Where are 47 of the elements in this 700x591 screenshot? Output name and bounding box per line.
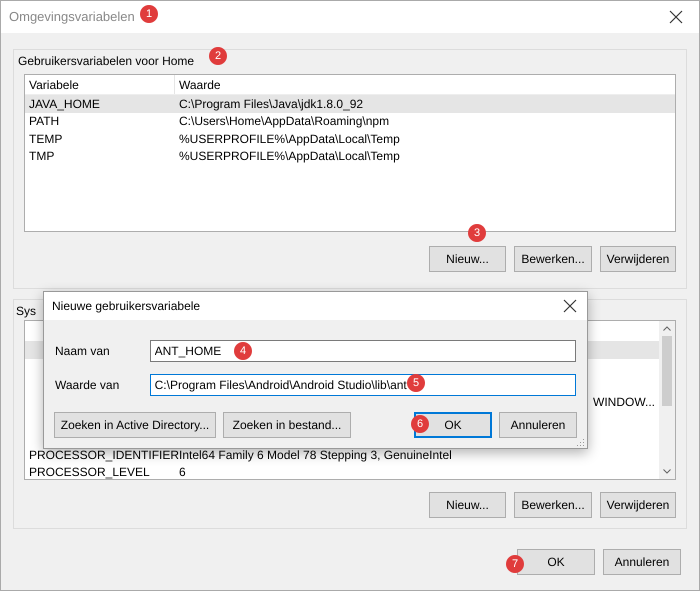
variable-name: TMP [28,148,56,166]
number-badge: 7 [506,555,524,573]
dialog-button[interactable]: Zoeken in Active Directory... [54,412,216,438]
resize-grip-icon[interactable] [577,438,585,446]
list-row[interactable]: TEMP %USERPROFILE%\AppData\Local\Temp [25,130,675,148]
close-icon[interactable] [669,10,683,24]
dialog-button[interactable]: Nieuw... [429,246,506,272]
variable-name: JAVA_HOME [28,96,101,113]
variable-name: PATH [28,113,60,130]
window-title: Omgevingsvariabelen [9,8,135,26]
column-header[interactable]: Variabele [25,75,175,94]
dialog-button[interactable]: OK [517,549,595,575]
variable-name: PROCESSOR_LEVEL [28,464,151,479]
variable-value: 6 [178,464,187,479]
group-title: Gebruikersvariabelen voor Home [18,53,194,70]
group-title: Sys [16,303,36,320]
list-row[interactable]: PROCESSOR_LEVEL 6 [25,464,659,479]
list-row[interactable]: JAVA_HOME C:\Program Files\Java\jdk1.8.0_92 [25,95,675,112]
scrollbar[interactable] [659,321,675,479]
number-badge: 3 [468,224,486,242]
list-row[interactable]: PATH C:\Users\Home\AppData\Roaming\npm [25,112,675,130]
list-row[interactable]: PROCESSOR_IDENTIFIERIntel64 Family 6 Model 78 Stepping 3, GenuineIntel [25,446,659,464]
number-badge: 2 [209,47,227,65]
dialog-title: Nieuwe gebruikersvariabele [52,298,200,315]
dialog-button[interactable]: Bewerken... [514,246,592,272]
scroll-up-icon[interactable] [663,326,671,331]
dialog-button[interactable]: Verwijderen [600,492,676,518]
dialog-button[interactable]: Zoeken in bestand... [223,412,351,438]
variable-value: WINDOW... [592,394,656,412]
close-icon[interactable] [563,299,577,313]
variable-value: C:\Users\Home\AppData\Roaming\npm [178,113,390,130]
scroll-down-icon[interactable] [663,469,671,474]
dialog-button[interactable]: Bewerken... [514,492,592,518]
field-label: Naam van [55,343,111,360]
list-row[interactable]: TMP %USERPROFILE%\AppData\Local\Temp [25,148,675,165]
dialog-button[interactable]: Annuleren [603,549,681,575]
dialog-button[interactable]: Verwijderen [600,246,676,272]
scroll-thumb[interactable] [662,336,672,406]
variable-name: TEMP [28,130,64,148]
column-header[interactable]: Waarde [175,75,675,94]
dialog-button[interactable]: Annuleren [499,412,577,438]
variable-value: C:\Program Files\Java\jdk1.8.0_92 [178,96,364,113]
field-label: Waarde van [55,377,120,394]
dialog-button[interactable]: Nieuw... [429,492,506,518]
variable-value: %USERPROFILE%\AppData\Local\Temp [178,148,401,166]
variable-value: %USERPROFILE%\AppData\Local\Temp [178,130,401,148]
variable-value: Intel64 Family 6 Model 78 Stepping 3, GenuineIntel [178,446,453,464]
